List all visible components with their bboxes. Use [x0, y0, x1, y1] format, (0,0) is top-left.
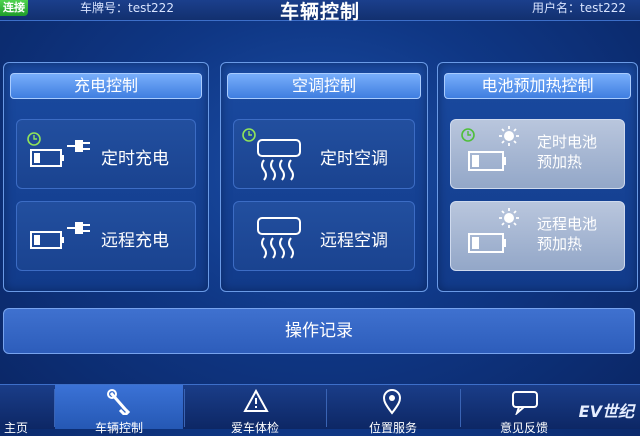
watermark-logo: EV世纪 [578, 402, 634, 421]
nav-item-home[interactable]: 主页 [0, 385, 52, 435]
timed-ac-icon [242, 128, 301, 181]
charge-control-panel: 充电控制 定时充电 远程充电 [3, 62, 209, 292]
chat-bubble-icon [512, 391, 538, 415]
clock-icon [242, 128, 256, 142]
battery-panel-title: 电池预加热控制 [444, 73, 631, 99]
timed-ac-button[interactable]: 定时空调 [233, 119, 415, 189]
location-pin-icon [382, 389, 402, 415]
timed-ac-label: 定时空调 [320, 149, 388, 169]
sun-icon [499, 126, 519, 146]
remote-charge-icon [30, 222, 90, 249]
timed-preheat-icon [461, 126, 519, 171]
remote-preheat-line2: 预加热 [537, 235, 583, 253]
timed-charge-label: 定时充电 [101, 149, 169, 169]
remote-charge-button[interactable]: 远程充电 [16, 201, 196, 271]
timed-preheat-line1: 定时电池 [537, 133, 598, 151]
battery-icon [468, 233, 506, 253]
operation-record-button[interactable]: 操作记录 [3, 308, 635, 354]
remote-preheat-label: 远程电池 预加热 [537, 214, 597, 254]
remote-charge-label: 远程充电 [101, 231, 169, 251]
clock-icon [461, 128, 475, 142]
nav-item-location[interactable]: 位置服务 [327, 385, 459, 435]
timed-charge-button[interactable]: 定时充电 [16, 119, 196, 189]
sun-icon [499, 208, 519, 228]
wrench-icon [107, 389, 131, 415]
remote-ac-icon [257, 217, 301, 259]
timed-preheat-label: 定时电池 预加热 [537, 132, 597, 172]
username: 用户名：test222 [532, 1, 626, 15]
battery-icon [30, 231, 64, 249]
battery-preheat-panel: 电池预加热控制 定时电池 预加热 远程电池 预加热 [437, 62, 638, 292]
remote-preheat-line1: 远程电池 [537, 215, 598, 233]
remote-preheat-icon [468, 208, 519, 253]
ac-control-panel: 空调控制 定时空调 远程空调 [220, 62, 428, 292]
charge-panel-title: 充电控制 [10, 73, 202, 99]
remote-preheat-button[interactable]: 远程电池 预加热 [450, 201, 625, 271]
remote-ac-button[interactable]: 远程空调 [233, 201, 415, 271]
top-header: 连接 车牌号：test222 车辆控制 用户名：test222 [0, 0, 640, 23]
bottom-nav: 主页 车辆控制 爱车体检 位置服务 意见反馈 [0, 384, 640, 435]
timed-preheat-line2: 预加热 [537, 153, 583, 171]
warning-triangle-icon [243, 389, 269, 412]
battery-icon [468, 151, 506, 171]
battery-icon [30, 149, 64, 167]
clock-icon [27, 132, 41, 146]
ac-panel-title: 空调控制 [227, 73, 421, 99]
timed-charge-icon [27, 132, 90, 167]
plug-icon [67, 222, 90, 234]
timed-preheat-button[interactable]: 定时电池 预加热 [450, 119, 625, 189]
nav-item-feedback[interactable]: 意见反馈 [461, 385, 587, 435]
nav-item-vehicle-control[interactable]: 车辆控制 [55, 385, 183, 435]
remote-ac-label: 远程空调 [320, 231, 388, 251]
plug-icon [67, 140, 90, 152]
ac-vent-icon [257, 217, 301, 259]
ac-vent-icon [257, 139, 301, 181]
nav-item-car-checkup[interactable]: 爱车体检 [185, 385, 325, 435]
